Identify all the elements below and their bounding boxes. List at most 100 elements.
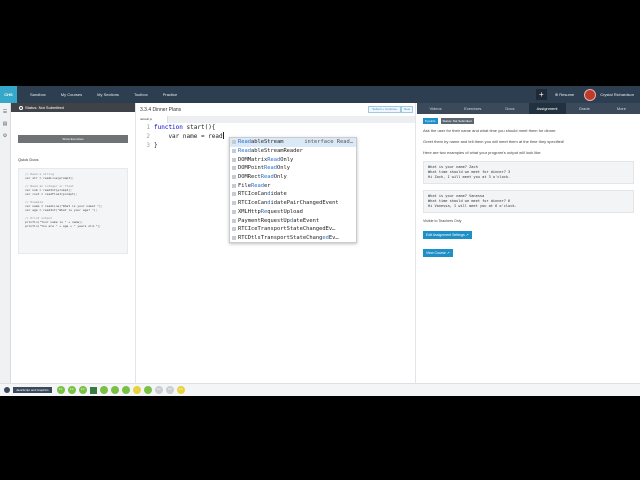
assignment-title: 3.3.4 Dinner Plans (140, 106, 182, 113)
autocomplete-item[interactable]: DOMPoint Read Only (230, 164, 356, 173)
autocomplete-item[interactable]: DOMRect Read Only (230, 173, 356, 182)
item-prefix: DOMMatrix (238, 156, 268, 163)
autocomplete-item[interactable]: DOMMatrix Read Only (230, 155, 356, 164)
quick-docs-title: Quick Docs (18, 157, 39, 162)
item-match: Read (238, 139, 251, 146)
instruction-1: Ask the user for their name and what tim… (423, 128, 557, 133)
lesson-dot[interactable] (99, 386, 108, 394)
autocomplete-item[interactable]: File Read er (230, 181, 356, 190)
symbol-icon (232, 157, 236, 162)
external-link-icon: ↗ (446, 251, 450, 255)
status-circle-icon (19, 106, 23, 110)
status-text: Status: Not Submitted (25, 105, 64, 110)
item-type: interface Read… (304, 139, 353, 146)
item-suffix: … (332, 226, 336, 233)
item-suffix: Ev… (328, 234, 339, 241)
line-text[interactable]: } (154, 141, 158, 150)
example-line: Hi Zach, I will meet you at 3 o'clock. (428, 175, 511, 179)
autocomplete-item[interactable]: PaymentRequestUp d ateEvent (230, 216, 356, 225)
lesson-dot[interactable] (132, 386, 141, 394)
course-progress-bar: JavaScript and Graphics 3.1 3.2 3.3 3.4 3.5 3… (0, 383, 640, 396)
user-name[interactable]: Crystal Richardson (600, 92, 634, 97)
code-text: var name = read (154, 133, 223, 140)
nav-link-toolbox[interactable]: Toolbox (134, 92, 148, 97)
right-tabs: Videos Exercises Docs Assignment Grade More (417, 103, 640, 114)
status-badge: Status: Not Submitted (440, 118, 474, 124)
document-icon[interactable]: ▤ (3, 122, 8, 127)
lesson-dot[interactable] (110, 386, 119, 394)
edit-assignment-settings-button[interactable]: Edit Assignment Settings ↗ (423, 231, 472, 239)
nav-link-my-courses[interactable]: My Courses (61, 92, 82, 97)
add-button[interactable]: + (535, 89, 547, 100)
item-match: Read (260, 174, 274, 181)
lesson-dot[interactable] (121, 386, 130, 394)
item-suffix: er (263, 182, 271, 189)
item-prefix: PaymentRequestUp (238, 217, 290, 224)
home-icon[interactable] (4, 387, 10, 393)
example-output-2: What is your name? Vanessa What time shou… (423, 190, 634, 213)
item-suffix: questUpload (267, 208, 303, 215)
item-suffix: ableStreamReader (250, 148, 303, 155)
show-exercises-button[interactable]: Show Exercises (18, 135, 128, 143)
tab-videos[interactable]: Videos (417, 103, 454, 114)
tab-exercises[interactable]: Exercises (454, 103, 491, 114)
autocomplete-item[interactable]: XMLHttp Re questUpload (230, 208, 356, 217)
lesson-dot[interactable]: 3.4 (154, 386, 163, 394)
autocomplete-item[interactable]: RTCIceCan d idatePairChangedEvent (230, 199, 356, 208)
avatar[interactable] (584, 88, 597, 101)
autocomplete-item[interactable]: RTCDtlsTransportStateChang ed Ev… (230, 234, 356, 243)
lesson-dot[interactable]: 3.2 (67, 386, 76, 394)
item-suffix: Only (276, 165, 290, 172)
tab-assignment[interactable]: Assignment (528, 103, 566, 114)
symbol-icon (232, 192, 236, 197)
nav-link-practice[interactable]: Practice (163, 92, 177, 97)
item-suffix: ableStream (250, 139, 284, 146)
autocomplete-item[interactable]: RTCIceTransportStateChangedEv… (230, 225, 356, 234)
item-prefix: DOMRect (238, 174, 261, 181)
lesson-dot[interactable]: 3.5 (165, 386, 174, 394)
autocomplete-item[interactable]: RTCIceCan d idate (230, 190, 356, 199)
item-prefix: DOMPoint (238, 165, 264, 172)
settings-icon[interactable]: ⚙ (3, 134, 8, 139)
line-text[interactable]: var name = read (154, 132, 224, 141)
submit-continue-button[interactable]: Submit + Continue (368, 106, 401, 113)
quick-docs-line: println("You are " + age + " years old."… (25, 224, 101, 228)
code-text: } (154, 142, 158, 149)
line-text[interactable]: function start(){ (154, 123, 215, 132)
file-tab-default-js[interactable]: default.js (136, 116, 168, 123)
lesson-square-icon[interactable] (89, 386, 97, 394)
autocomplete-popup: Read ableStream interface Read… Read ableStr… (229, 137, 357, 244)
nav-link-sandbox[interactable]: Sandbox (30, 92, 46, 97)
lesson-dot[interactable]: 3.6 (176, 386, 185, 394)
item-match: Read (267, 156, 281, 163)
item-match: Read (263, 165, 277, 172)
nav-right: + ⊕ Resume Crystal Richardson (535, 86, 634, 103)
resume-link[interactable]: ⊕ Resume (555, 92, 574, 97)
item-prefix: RTCIceCan (238, 191, 268, 198)
view-course-button[interactable]: View Course ↗ (423, 249, 453, 257)
file-tabs: default.js (136, 116, 415, 123)
tab-more[interactable]: More (603, 103, 640, 114)
tab-grade[interactable]: Grade (566, 103, 603, 114)
lesson-dot[interactable]: 3.3 (78, 386, 87, 394)
code-line[interactable]: 1 function start(){ (136, 123, 415, 132)
item-match: Read (238, 148, 251, 155)
symbol-icon (232, 140, 236, 145)
logo[interactable]: CHS (0, 86, 17, 103)
menu-icon[interactable]: ☰ (3, 110, 8, 115)
item-prefix: RTCIceCan (238, 200, 268, 207)
autocomplete-item[interactable]: Read ableStream interface Read… (230, 138, 356, 147)
nav-link-my-sections[interactable]: My Sections (97, 92, 119, 97)
app-window: CHS Sandbox My Courses My Sections Toolb… (0, 86, 640, 396)
lesson-dot[interactable] (143, 386, 152, 394)
new-button[interactable]: New (400, 106, 413, 113)
autocomplete-item[interactable]: Read ableStreamReader (230, 147, 356, 156)
symbol-icon (232, 218, 236, 223)
item-prefix: RTCDtlsTransportStateChang (238, 234, 323, 241)
course-name[interactable]: JavaScript and Graphics (13, 387, 52, 393)
instruction-2: Greet them by name and tell them you wil… (423, 139, 565, 144)
right-panel: Videos Exercises Docs Assignment Grade More 5… (417, 103, 640, 383)
tab-docs[interactable]: Docs (491, 103, 528, 114)
code-text: start(){ (182, 124, 216, 131)
lesson-dot[interactable]: 3.1 (56, 386, 65, 394)
